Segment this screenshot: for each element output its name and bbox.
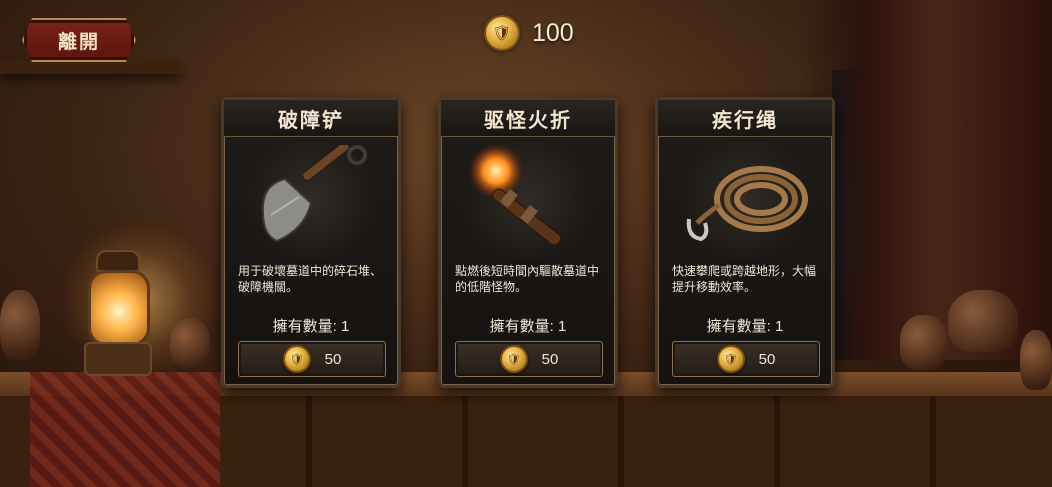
shop-item-card: 破障铲 用于破壞墓道中的碎石堆、破障機關。 擁有數量: 1 🛡 50 bbox=[221, 97, 401, 388]
clay-pot bbox=[0, 290, 40, 360]
clay-pot bbox=[948, 290, 1018, 352]
item-description: 快速攀爬或跨越地形，大幅提升移動效率。 bbox=[672, 264, 817, 294]
coin-icon: 🛡 bbox=[282, 345, 311, 373]
wall-shelf bbox=[0, 60, 180, 74]
torch-icon bbox=[451, 140, 605, 260]
item-title: 驱怪火折 bbox=[441, 100, 615, 137]
coin-icon: 🛡 bbox=[716, 345, 745, 373]
coin-icon: 🛡 bbox=[499, 345, 528, 373]
currency-display: 🛡 100 bbox=[484, 15, 574, 51]
lantern-icon bbox=[82, 250, 152, 376]
clay-pot bbox=[900, 315, 948, 370]
shop-item-card: 疾行绳 快速攀爬或跨越地形，大幅提升移動效率。 擁有數量: 1 🛡 50 bbox=[655, 97, 835, 388]
shop-item-card: 驱怪火折 點燃後短時間內驅散墓道中的低階怪物。 擁有數量: 1 🛡 50 bbox=[438, 97, 618, 388]
item-title: 破障铲 bbox=[224, 100, 398, 137]
clay-pot bbox=[1020, 330, 1052, 390]
clay-pot bbox=[170, 318, 210, 368]
coin-icon: 🛡 bbox=[484, 15, 520, 51]
item-owned-count: 擁有數量: 1 bbox=[706, 318, 784, 335]
item-price: 50 bbox=[541, 350, 559, 368]
buy-button[interactable]: 🛡 50 bbox=[455, 341, 603, 377]
rug bbox=[30, 372, 220, 487]
item-owned-count: 擁有數量: 1 bbox=[489, 318, 567, 335]
buy-button[interactable]: 🛡 50 bbox=[238, 341, 386, 377]
item-description: 點燃後短時間內驅散墓道中的低階怪物。 bbox=[455, 264, 600, 294]
shovel-icon bbox=[234, 140, 388, 260]
buy-button[interactable]: 🛡 50 bbox=[672, 341, 820, 377]
item-price: 50 bbox=[758, 350, 776, 368]
currency-amount: 100 bbox=[532, 18, 574, 47]
item-price: 50 bbox=[324, 350, 342, 368]
item-title: 疾行绳 bbox=[658, 100, 832, 137]
item-owned-count: 擁有數量: 1 bbox=[272, 318, 350, 335]
leave-button[interactable]: 離開 bbox=[22, 18, 136, 62]
item-description: 用于破壞墓道中的碎石堆、破障機關。 bbox=[238, 264, 383, 294]
rope-icon bbox=[668, 140, 822, 260]
